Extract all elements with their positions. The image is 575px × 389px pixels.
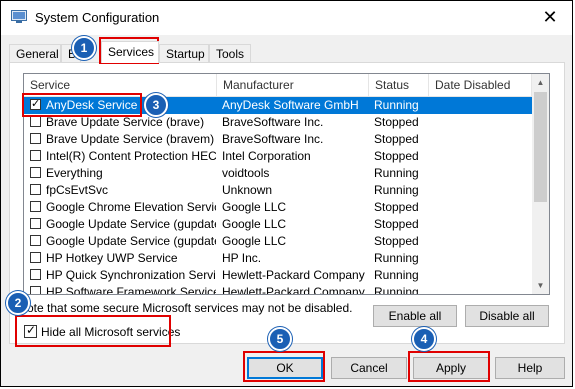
service-checkbox[interactable] [30,184,41,195]
window-title: System Configuration [35,10,160,25]
service-status: Stopped [374,132,419,146]
service-manufacturer: Hewlett-Packard Company [222,268,365,282]
service-manufacturer: Intel Corporation [222,149,311,163]
service-manufacturer: BraveSoftware Inc. [222,132,324,146]
step-badge-3: 3 [144,93,168,117]
column-header-manufacturer[interactable]: Manufacturer [217,74,369,96]
service-status: Running [374,268,419,282]
service-checkbox[interactable] [30,235,41,246]
column-header-status[interactable]: Status [369,74,429,96]
service-manufacturer: Hewlett-Packard Company [222,285,365,295]
service-status: Stopped [374,149,419,163]
service-checkbox[interactable] [30,218,41,229]
title-bar: System Configuration ✕ [1,1,572,35]
service-checkbox[interactable] [30,167,41,178]
service-checkbox[interactable] [30,252,41,263]
table-row[interactable]: Intel(R) Content Protection HEC... Intel … [24,148,532,165]
service-status: Stopped [374,217,419,231]
tab-startup[interactable]: Startup [159,44,209,62]
step-badge-5: 5 [268,327,292,351]
table-row[interactable]: HP Quick Synchronization Service Hewlett-… [24,267,532,284]
service-manufacturer: AnyDesk Software GmbH [222,98,359,112]
cancel-button[interactable]: Cancel [331,357,407,379]
highlight-anydesk-service [22,93,142,117]
service-manufacturer: Google LLC [222,217,287,231]
service-status: Running [374,98,419,112]
disable-all-button[interactable]: Disable all [465,305,549,327]
service-manufacturer: HP Inc. [222,251,262,265]
tab-tools[interactable]: Tools [209,44,251,62]
service-status: Running [374,166,419,180]
service-checkbox[interactable] [30,133,41,144]
service-name: Google Update Service (gupdate) [46,217,216,231]
service-checkbox[interactable] [30,201,41,212]
service-name: Google Chrome Elevation Servic... [46,200,216,214]
service-status: Running [374,251,419,265]
tab-services[interactable]: Services [101,41,159,63]
step-badge-2: 2 [6,291,30,315]
service-rows: AnyDesk ServiceAnyDesk Software GmbHRunn… [24,97,532,295]
scroll-down-icon[interactable]: ▼ [532,277,549,294]
table-row[interactable]: Google Update Service (gupdatem) Google L… [24,233,532,250]
service-name: fpCsEvtSvc [46,183,109,197]
help-button[interactable]: Help [495,357,565,379]
service-status: Running [374,183,419,197]
table-row[interactable]: Brave Update Service (bravem) BraveSoftwa… [24,131,532,148]
service-manufacturer: Google LLC [222,234,287,248]
scroll-up-icon[interactable]: ▲ [532,74,549,91]
service-checkbox[interactable] [30,150,41,161]
highlight-ok-button [243,351,325,382]
service-name: HP Quick Synchronization Service [46,268,216,282]
service-name: HP Hotkey UWP Service [46,251,178,265]
table-row[interactable]: Google Update Service (gupdate) Google LL… [24,216,532,233]
highlight-hide-microsoft-services [15,315,171,347]
service-name: Intel(R) Content Protection HEC... [46,149,216,163]
service-status: Stopped [374,234,419,248]
scroll-thumb[interactable] [534,92,547,202]
service-checkbox[interactable] [30,116,41,127]
table-row[interactable]: HP Software Framework Service Hewlett-Pac… [24,284,532,295]
service-name: Google Update Service (gupdatem) [46,234,216,248]
table-row[interactable]: HP Hotkey UWP Service HP Inc. Running [24,250,532,267]
highlight-apply-button [408,351,490,382]
tab-general[interactable]: General [9,44,61,62]
service-checkbox[interactable] [30,286,41,294]
table-row[interactable]: fpCsEvtSvc Unknown Running [24,182,532,199]
service-name: Brave Update Service (bravem) [46,132,215,146]
close-icon[interactable]: ✕ [536,4,564,30]
service-manufacturer: Google LLC [222,200,287,214]
service-manufacturer: BraveSoftware Inc. [222,115,324,129]
secure-services-note: ote that some secure Microsoft services … [27,301,353,315]
service-status: Running [374,285,419,295]
vertical-scrollbar[interactable]: ▲ ▼ [532,74,549,294]
service-status: Stopped [374,200,419,214]
table-row[interactable]: Everything voidtools Running [24,165,532,182]
service-manufacturer: Unknown [222,183,273,197]
service-name: Everything [46,166,103,180]
column-header-date-disabled[interactable]: Date Disabled [429,74,532,96]
service-name: HP Software Framework Service [46,285,216,295]
system-configuration-icon [11,10,27,23]
table-row[interactable]: Google Chrome Elevation Servic... Google … [24,199,532,216]
step-badge-4: 4 [412,327,436,351]
enable-all-button[interactable]: Enable all [373,305,457,327]
service-manufacturer: voidtools [222,166,270,180]
step-badge-1: 1 [72,36,96,60]
service-status: Stopped [374,115,419,129]
service-checkbox[interactable] [30,269,41,280]
